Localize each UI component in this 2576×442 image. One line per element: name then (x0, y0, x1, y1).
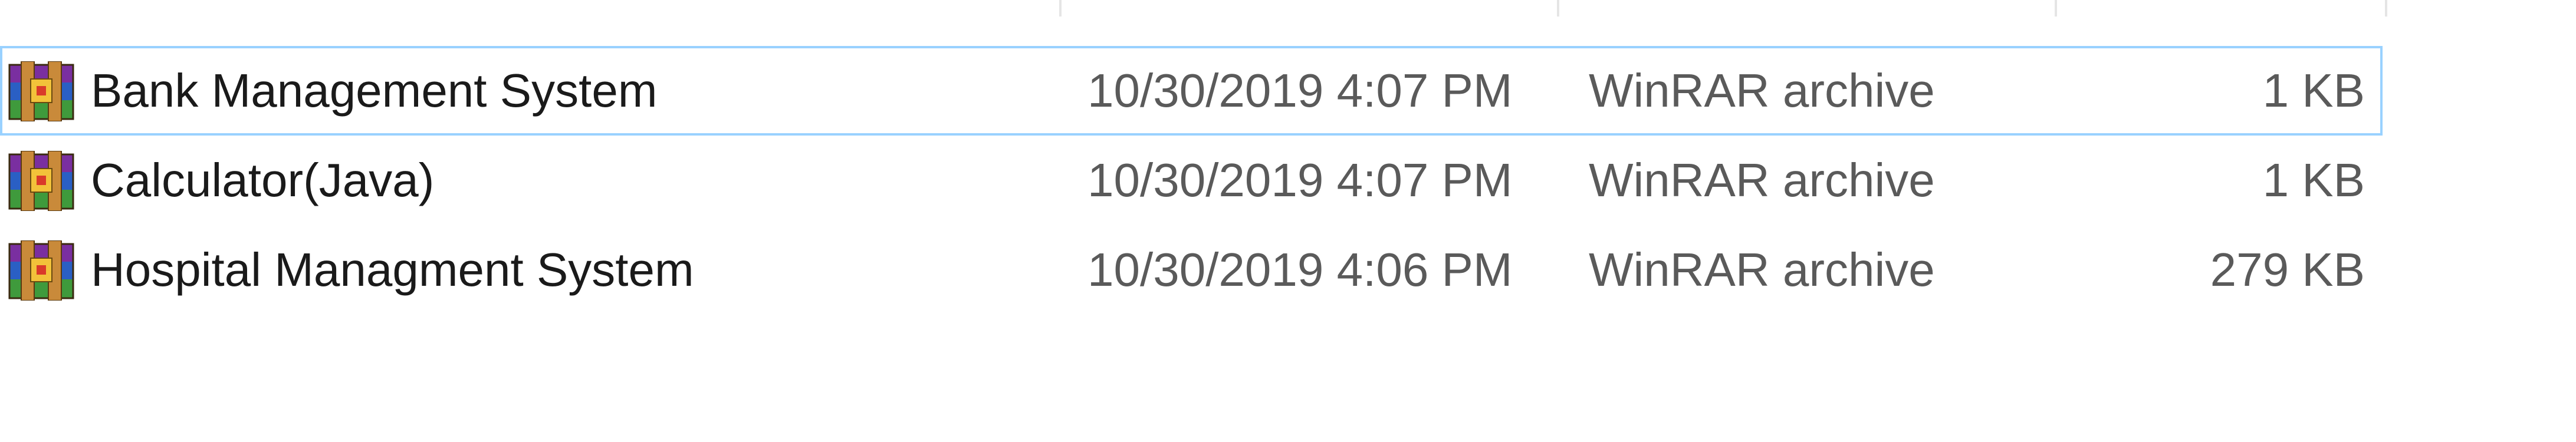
file-type: WinRAR archive (1589, 64, 1935, 117)
file-date-modified: 10/30/2019 4:06 PM (1087, 243, 1513, 296)
column-divider-size[interactable] (2385, 0, 2387, 17)
file-size: 1 KB (2262, 154, 2365, 206)
winrar-archive-icon (8, 240, 74, 301)
file-size: 279 KB (2210, 243, 2365, 296)
winrar-archive-icon (8, 61, 74, 121)
winrar-archive-icon (8, 151, 74, 211)
column-divider-name[interactable] (1059, 0, 1062, 17)
file-size: 1 KB (2262, 64, 2365, 117)
file-name: Hospital Managment System (91, 243, 694, 296)
file-type: WinRAR archive (1589, 243, 1935, 296)
file-row-hospital-managment-system[interactable]: Hospital Managment System 10/30/2019 4:0… (0, 225, 2383, 315)
file-list: Bank Management System 10/30/2019 4:07 P… (0, 0, 2576, 442)
file-date-modified: 10/30/2019 4:07 PM (1087, 64, 1513, 117)
file-date-modified: 10/30/2019 4:07 PM (1087, 154, 1513, 206)
column-divider-date[interactable] (1557, 0, 1559, 17)
file-row-calculator-java[interactable]: Calculator(Java) 10/30/2019 4:07 PM WinR… (0, 136, 2383, 225)
file-row-bank-management-system[interactable]: Bank Management System 10/30/2019 4:07 P… (0, 46, 2383, 136)
column-divider-type[interactable] (2055, 0, 2057, 17)
file-name: Bank Management System (91, 64, 658, 117)
file-name: Calculator(Java) (91, 154, 435, 206)
file-type: WinRAR archive (1589, 154, 1935, 206)
